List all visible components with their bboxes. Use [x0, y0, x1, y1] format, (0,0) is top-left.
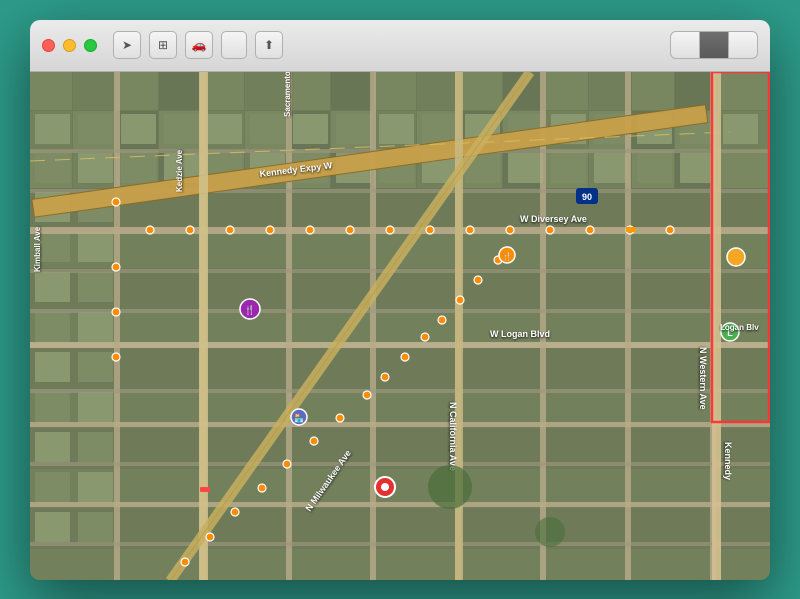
map-container[interactable]: L 🍴 🍴 🏪 90 Kennedy Expy W	[30, 72, 770, 580]
maximize-button[interactable]	[84, 39, 97, 52]
share-button[interactable]: ⬆	[255, 31, 283, 59]
chart-icon: ⊞	[158, 38, 168, 52]
chart-button[interactable]: ⊞	[149, 31, 177, 59]
location-arrow-icon: ➤	[122, 38, 132, 52]
map-background: L 🍴 🍴 🏪 90 Kennedy Expy W	[30, 72, 770, 580]
close-button[interactable]	[42, 39, 55, 52]
hybrid-map-button[interactable]	[700, 32, 729, 58]
car-icon: 🚗	[192, 38, 207, 52]
svg-text:🍴: 🍴	[244, 304, 255, 316]
svg-text:Kimball Ave: Kimball Ave	[33, 226, 42, 272]
app-window: ➤ ⊞ 🚗 ⬆	[30, 20, 770, 580]
car-button[interactable]: 🚗	[185, 31, 213, 59]
svg-text:Kedzie Ave: Kedzie Ave	[175, 149, 184, 192]
traffic-lights	[42, 39, 97, 52]
svg-text:N California Ave: N California Ave	[448, 402, 458, 471]
toolbar-left: ➤ ⊞ 🚗 ⬆	[113, 31, 283, 59]
titlebar: ➤ ⊞ 🚗 ⬆	[30, 20, 770, 72]
svg-text:Sacramento Ave: Sacramento Ave	[283, 72, 292, 117]
svg-text:Logan Blv: Logan Blv	[720, 323, 759, 332]
svg-text:🏪: 🏪	[294, 413, 304, 423]
svg-text:🍴: 🍴	[502, 251, 512, 261]
standard-map-button[interactable]	[671, 32, 700, 58]
satellite-map-button[interactable]	[729, 32, 757, 58]
location-arrow-button[interactable]: ➤	[113, 31, 141, 59]
svg-text:W Diversey Ave: W Diversey Ave	[520, 214, 587, 224]
svg-text:Kennedy: Kennedy	[723, 442, 733, 480]
directions-button[interactable]	[221, 31, 247, 59]
svg-text:N Western Ave: N Western Ave	[698, 347, 708, 410]
minimize-button[interactable]	[63, 39, 76, 52]
map-svg: L 🍴 🍴 🏪 90 Kennedy Expy W	[30, 72, 770, 580]
svg-text:90: 90	[582, 192, 592, 202]
svg-text:W Logan Blvd: W Logan Blvd	[490, 329, 550, 339]
share-icon: ⬆	[264, 38, 274, 52]
map-type-group	[670, 31, 758, 59]
toolbar-right	[670, 31, 758, 59]
